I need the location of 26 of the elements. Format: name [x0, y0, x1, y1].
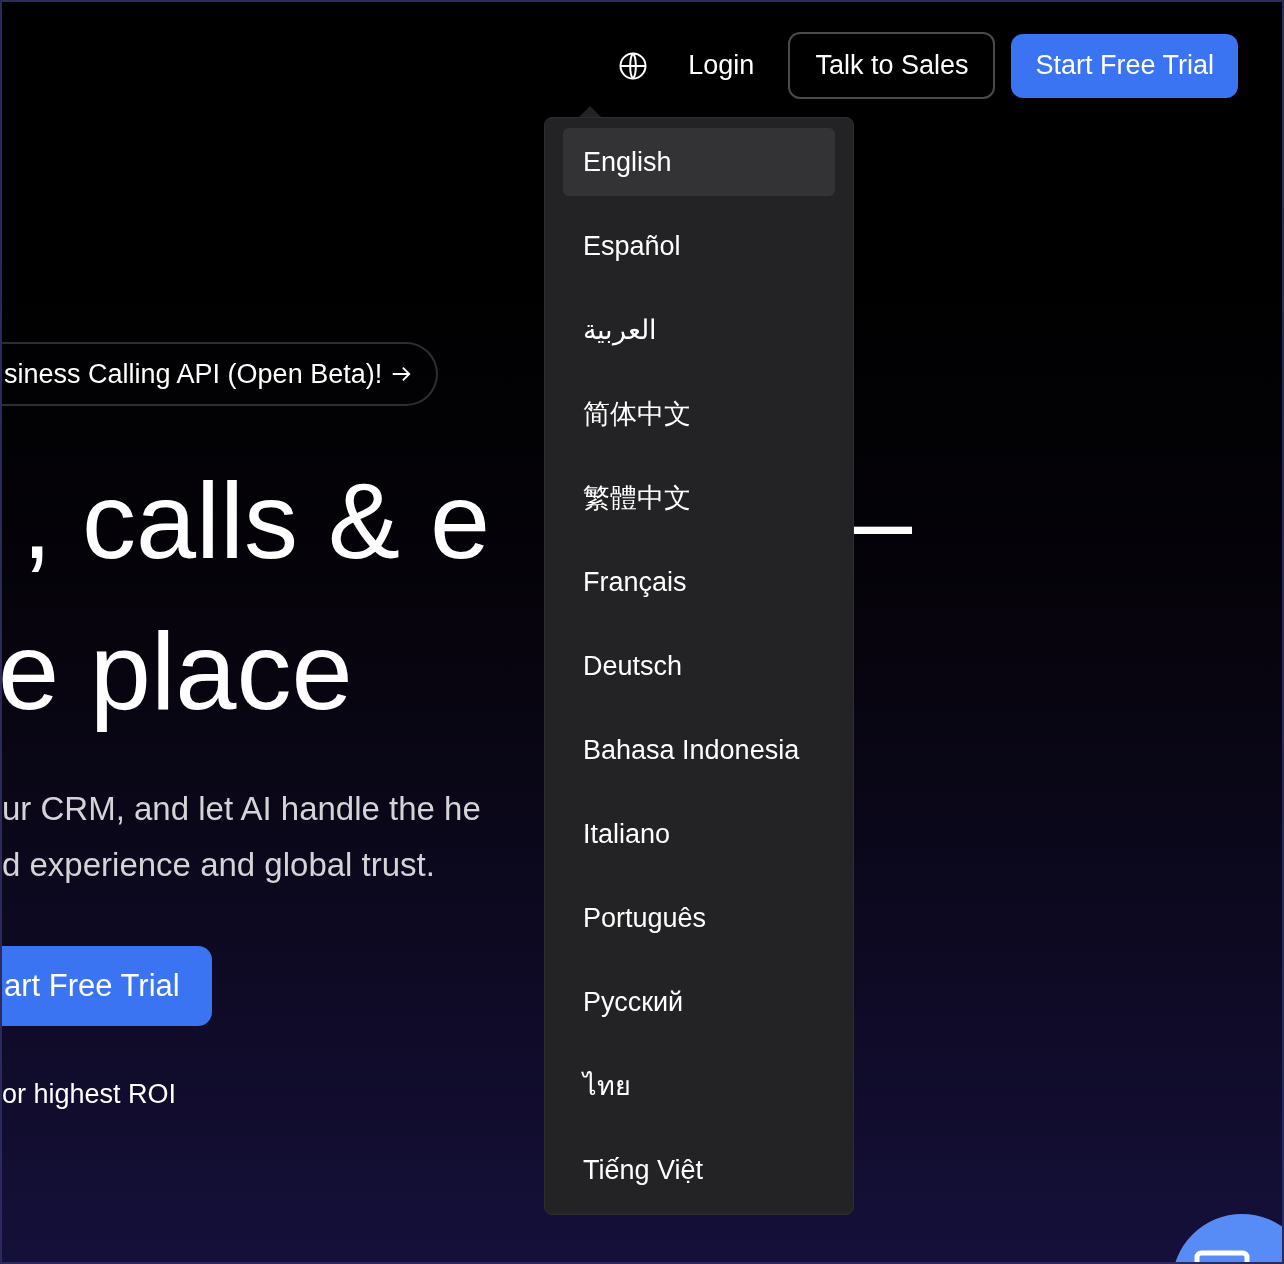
start-free-trial-button[interactable]: Start Free Trial [1011, 33, 1238, 98]
start-free-trial-button[interactable]: art Free Trial [2, 946, 212, 1026]
language-option[interactable]: English [563, 128, 835, 196]
login-link[interactable]: Login [688, 45, 755, 86]
headline-text: e place [2, 608, 353, 734]
language-option[interactable]: Italiano [563, 800, 835, 868]
language-option[interactable]: العربية [563, 296, 835, 364]
language-option[interactable]: Bahasa Indonesia [563, 716, 835, 784]
announcement-text: siness Calling API (Open Beta)! [4, 357, 383, 391]
description-line: ur CRM, and let AI handle the he [2, 789, 482, 829]
language-option[interactable]: Deutsch [563, 632, 835, 700]
language-option[interactable]: Русский [563, 968, 835, 1036]
language-option[interactable]: 简体中文 [563, 380, 835, 448]
language-option[interactable]: Español [563, 212, 835, 280]
language-option[interactable]: Français [563, 548, 835, 616]
language-option[interactable]: Tiếng Việt [563, 1136, 835, 1204]
headline-dash: – [852, 467, 913, 575]
language-option[interactable]: ไทย [563, 1052, 835, 1120]
language-option[interactable]: 繁體中文 [563, 464, 835, 532]
description-line: d experience and global trust. [2, 845, 436, 885]
announcement-pill[interactable]: siness Calling API (Open Beta)! [2, 342, 439, 406]
note-text: or highest ROI [2, 1078, 177, 1111]
headline-text: , calls & e [21, 467, 492, 575]
globe-icon[interactable] [618, 50, 649, 81]
language-option[interactable]: Português [563, 884, 835, 952]
talk-to-sales-button[interactable]: Talk to Sales [788, 32, 996, 99]
